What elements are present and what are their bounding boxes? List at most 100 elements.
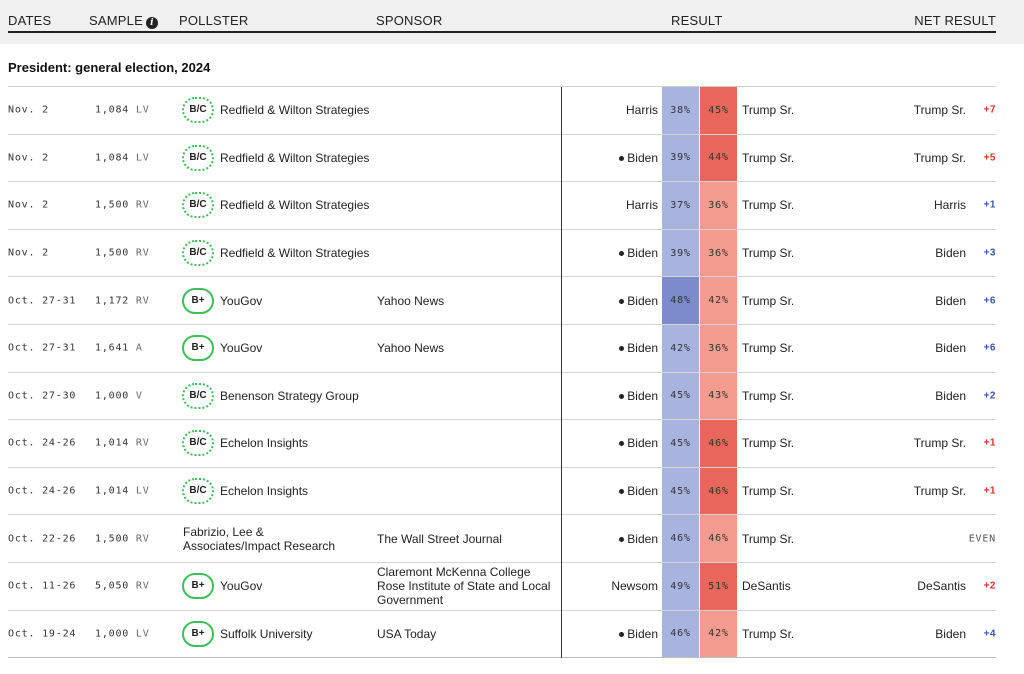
result-dem-pct: 42% [662,324,699,372]
result-dem-pct: 45% [662,372,699,420]
poll-sample: 5,050 RV [95,581,150,592]
pollster-grade-badge[interactable]: B+ [182,287,214,314]
sample-type: V [129,390,143,402]
pollster-grade-badge[interactable]: B+ [182,620,214,647]
sample-size: 1,641 [95,342,130,354]
sample-size: 1,172 [95,295,130,307]
header-sponsor[interactable]: SPONSOR [376,13,442,28]
pollster-name[interactable]: YouGov [220,341,370,355]
pollster-name[interactable]: Echelon Insights [220,484,370,498]
table-row[interactable]: Oct. 11-26 5,050 RV B+ YouGov Claremont McKe… [8,562,996,611]
sponsor-name: Claremont McKenna College Rose Institute… [377,565,551,608]
net-result-leader: Biden [935,388,966,403]
table-row[interactable]: Nov. 2 1,084 LV B/C Redfield & Wilton Strat… [8,134,996,183]
pollster-grade-badge[interactable]: B/C [182,240,214,267]
table-row[interactable]: Oct. 27-30 1,000 V B/C Benenson Strategy Gr… [8,372,996,421]
poll-sample: 1,641 A [95,343,143,354]
pollster-grade-badge[interactable]: B/C [182,144,214,171]
header-sample[interactable]: SAMPLE i [89,13,158,29]
result-dem-pct: 46% [662,610,699,658]
header-dates[interactable]: DATES [8,13,51,28]
candidate-dem-name: Newsom [611,579,658,594]
info-icon[interactable]: i [145,17,158,29]
result-rep-pct: 51% [700,562,737,610]
candidate-dem-name: Harris [626,198,658,213]
header-result[interactable]: RESULT [671,13,723,28]
table-row[interactable]: Oct. 22-26 1,500 RV Fabrizio, Lee & Associ… [8,515,996,563]
sample-type: LV [129,152,150,164]
pollster-grade-badge[interactable]: B/C [182,478,214,505]
incumbent-dot-icon [619,298,625,304]
candidate-dem-name: Harris [626,103,658,118]
candidate-dem: Biden [619,627,658,641]
table-row[interactable]: Oct. 24-26 1,014 LV B/C Echelon Insights Bid… [8,467,996,516]
result-dem-pct: 45% [662,467,699,515]
candidate-rep-name: Trump Sr. [742,293,795,308]
net-result-margin: +6 [983,342,996,354]
candidate-rep-name: Trump Sr. [742,531,795,546]
sample-size: 1,014 [95,485,130,497]
pollster-name[interactable]: Redfield & Wilton Strategies [220,103,370,117]
pollster-name[interactable]: Fabrizio, Lee & Associates/Impact Resear… [183,525,363,553]
table-row[interactable]: Nov. 2 1,084 LV B/C Redfield & Wilton Strat… [8,87,996,135]
table-row[interactable]: Oct. 27-31 1,641 A B+ YouGov Yahoo News Biden… [8,324,996,373]
net-result-margin: +2 [983,580,996,592]
poll-date: Nov. 2 [8,152,49,164]
result-rep-pct: 45% [700,87,737,134]
pollster-name[interactable]: Redfield & Wilton Strategies [220,151,370,165]
poll-date: Nov. 2 [8,104,49,116]
result-dem-pct: 48% [662,277,699,324]
polls-table: Nov. 2 1,084 LV B/C Redfield & Wilton Strat… [8,87,996,659]
table-row[interactable]: Oct. 24-26 1,014 RV B/C Echelon Insights Bid… [8,420,996,468]
pollster-grade-badge[interactable]: B/C [182,97,214,124]
poll-date: Nov. 2 [8,247,49,259]
result-dem-pct: 39% [662,134,699,182]
pollster-name[interactable]: YouGov [220,294,370,308]
pollster-grade-badge[interactable]: B/C [182,430,214,457]
pollster-name[interactable]: Suffolk University [220,627,370,641]
table-row[interactable]: Nov. 2 1,500 RV B/C Redfield & Wilton Strat… [8,229,996,278]
candidate-rep-name: DeSantis [742,579,791,594]
table-row[interactable]: Oct. 19-24 1,000 LV B+ Suffolk University US… [8,610,996,659]
table-row[interactable]: Oct. 27-31 1,172 RV B+ YouGov Yahoo News Bide… [8,277,996,325]
candidate-dem: Newsom [611,579,658,593]
net-result-margin: +2 [983,390,996,402]
sample-size: 1,500 [95,247,130,259]
candidate-rep-name: Trump Sr. [742,626,795,641]
net-result-leader: Biden [935,246,966,261]
sample-size: 1,084 [95,152,130,164]
pollster-grade-badge[interactable]: B/C [182,382,214,409]
net-result-leader: Harris [934,198,966,213]
incumbent-dot-icon [619,155,625,161]
header-net-result[interactable]: NET RESULT [914,13,996,28]
net-result-margin: +1 [983,485,996,497]
incumbent-dot-icon [619,489,625,495]
result-rep-pct: 43% [700,372,737,420]
poll-sample: 1,000 V [95,390,143,401]
net-result-leader: Trump Sr. [913,150,966,165]
table-row[interactable]: Nov. 2 1,500 RV B/C Redfield & Wilton Strat… [8,182,996,230]
incumbent-dot-icon [619,441,625,447]
pollster-name[interactable]: Echelon Insights [220,436,370,450]
poll-sample: 1,172 RV [95,295,150,306]
poll-date: Oct. 24-26 [8,485,77,497]
result-rep-pct: 42% [700,277,737,324]
pollster-name[interactable]: Redfield & Wilton Strategies [220,198,370,212]
poll-date: Oct. 19-24 [8,628,77,640]
pollster-name[interactable]: YouGov [220,579,370,593]
sample-size: 1,000 [95,628,130,640]
header-divider [8,31,996,33]
result-dem-pct: 49% [662,562,699,610]
header-pollster[interactable]: POLLSTER [179,13,249,28]
table-header-bar: DATES SAMPLE i POLLSTER SPONSOR RESULT NE… [0,0,1024,44]
pollster-name[interactable]: Benenson Strategy Group [220,389,370,403]
pollster-grade-badge[interactable]: B/C [182,192,214,219]
candidate-dem: Biden [619,436,658,450]
candidate-dem-name: Biden [627,293,658,308]
pollster-name[interactable]: Redfield & Wilton Strategies [220,246,370,260]
candidate-dem-name: Biden [627,436,658,451]
pollster-grade-badge[interactable]: B+ [182,335,214,362]
pollster-grade-badge[interactable]: B+ [182,573,214,600]
net-result-margin: +4 [983,628,996,640]
sample-size: 1,500 [95,533,130,545]
